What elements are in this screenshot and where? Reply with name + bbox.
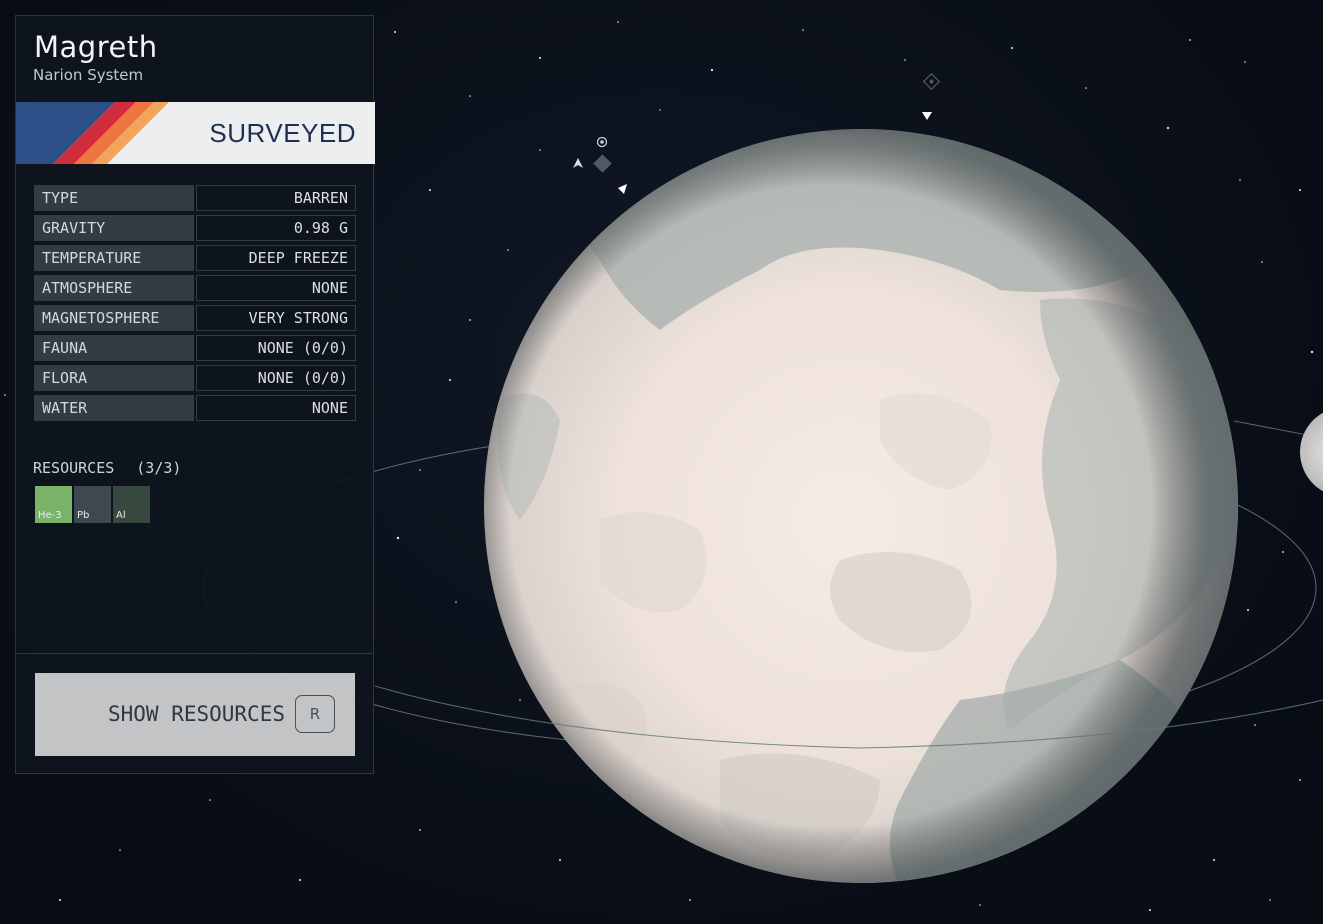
- resource-tile[interactable]: Pb: [74, 486, 111, 523]
- resource-symbol: He-3: [38, 510, 62, 521]
- game-viewport[interactable]: Magreth Narion System SURVEYED TYPEBARRE…: [0, 0, 1323, 924]
- stat-label: TYPE: [34, 185, 194, 211]
- show-resources-button[interactable]: SHOW RESOURCES R: [35, 673, 355, 756]
- planet-name: Magreth: [34, 30, 158, 64]
- stat-label: MAGNETOSPHERE: [34, 305, 194, 331]
- resources-count: (3/3): [136, 459, 181, 477]
- keyboard-r-key-icon: R: [295, 695, 335, 733]
- stat-label: GRAVITY: [34, 215, 194, 241]
- stat-label: FLORA: [34, 365, 194, 391]
- stat-value: 0.98 G: [196, 215, 356, 241]
- stat-value: DEEP FREEZE: [196, 245, 356, 271]
- stat-row-atmosphere: ATMOSPHERENONE: [34, 275, 356, 301]
- stat-label: FAUNA: [34, 335, 194, 361]
- stat-row-magnetosphere: MAGNETOSPHEREVERY STRONG: [34, 305, 356, 331]
- resource-symbol: Pb: [77, 510, 89, 521]
- system-name: Narion System: [33, 66, 143, 84]
- waypoint-diamond-icon[interactable]: [593, 138, 611, 173]
- planet-stats-table: TYPEBARRENGRAVITY0.98 GTEMPERATUREDEEP F…: [34, 185, 356, 425]
- survey-status-banner: SURVEYED: [16, 102, 375, 164]
- moon[interactable]: [1300, 407, 1323, 497]
- resource-tile[interactable]: Al: [113, 486, 150, 523]
- stat-row-flora: FLORANONE (0/0): [34, 365, 356, 391]
- waypoint-diamond-icon[interactable]: [924, 74, 940, 90]
- stat-value: VERY STRONG: [196, 305, 356, 331]
- resources-header: RESOURCES (3/3): [33, 459, 181, 477]
- show-resources-label: SHOW RESOURCES: [108, 673, 285, 756]
- resources-list: He-3 Pb Al: [35, 486, 150, 523]
- resource-symbol: Al: [116, 510, 126, 521]
- survey-status: SURVEYED: [209, 102, 356, 164]
- planet-info-panel: Magreth Narion System SURVEYED TYPEBARRE…: [15, 15, 374, 774]
- stat-label: TEMPERATURE: [34, 245, 194, 271]
- stat-row-temperature: TEMPERATUREDEEP FREEZE: [34, 245, 356, 271]
- stat-value: NONE: [196, 275, 356, 301]
- resource-tile[interactable]: He-3: [35, 486, 72, 523]
- planet-magreth[interactable]: [484, 129, 1240, 893]
- stat-value: NONE (0/0): [196, 335, 356, 361]
- panel-divider: [16, 653, 373, 654]
- stat-row-type: TYPEBARREN: [34, 185, 356, 211]
- stat-label: ATMOSPHERE: [34, 275, 194, 301]
- banner-stripes-icon: [16, 102, 196, 164]
- stat-row-fauna: FAUNANONE (0/0): [34, 335, 356, 361]
- stat-row-gravity: GRAVITY0.98 G: [34, 215, 356, 241]
- stat-value: NONE (0/0): [196, 365, 356, 391]
- stat-value: BARREN: [196, 185, 356, 211]
- stat-value: NONE: [196, 395, 356, 421]
- stat-row-water: WATERNONE: [34, 395, 356, 421]
- resources-label: RESOURCES: [33, 459, 114, 477]
- stat-label: WATER: [34, 395, 194, 421]
